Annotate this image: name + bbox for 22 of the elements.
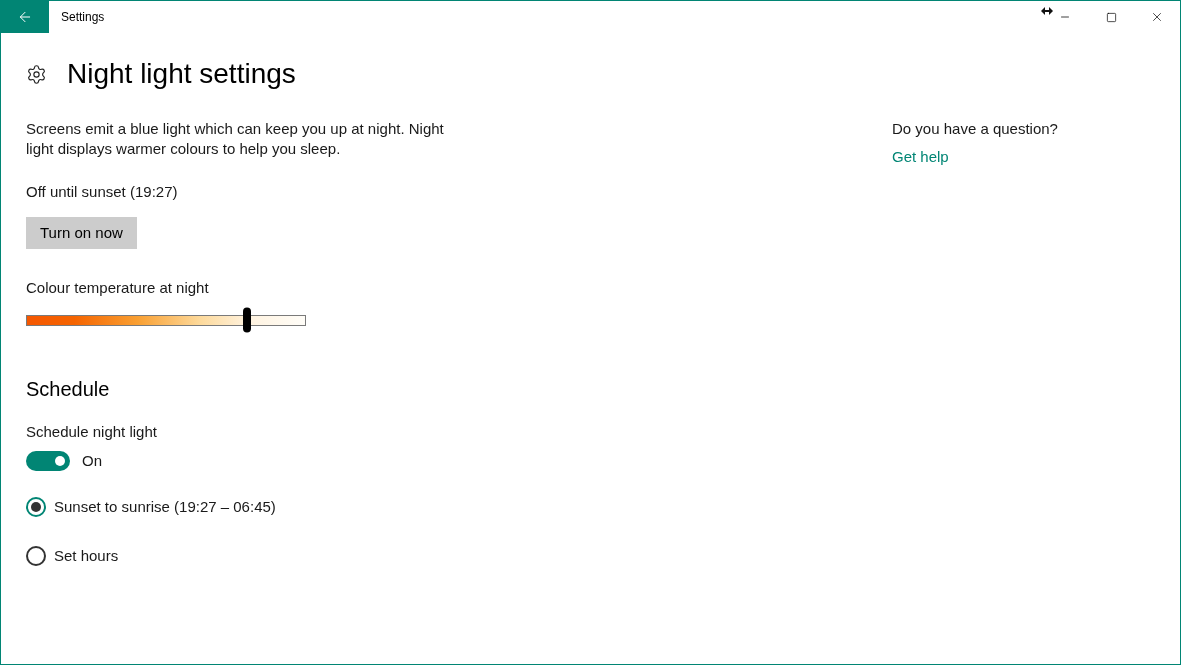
slider-thumb[interactable] xyxy=(243,307,251,333)
page-title: Night light settings xyxy=(67,57,296,91)
radio-option-label[interactable]: Sunset to sunrise (19:27 – 06:45) xyxy=(54,497,276,517)
radio-option-label[interactable]: Set hours xyxy=(54,546,119,566)
window-title: Settings xyxy=(61,9,105,26)
close-icon xyxy=(1150,10,1164,24)
radio-button[interactable] xyxy=(26,546,46,566)
toggle-state-text: On xyxy=(82,451,102,471)
schedule-toggle-switch[interactable] xyxy=(26,451,70,471)
radio-button[interactable] xyxy=(26,497,46,517)
status-text: Off until sunset (19:27) xyxy=(26,182,178,202)
get-help-link[interactable]: Get help xyxy=(892,147,949,167)
turn-on-now-button[interactable]: Turn on now xyxy=(26,217,137,249)
back-arrow-icon xyxy=(17,9,33,25)
description-text: Screens emit a blue light which can keep you up at night. Night light displays warmer colours to help you sleep. xyxy=(26,119,445,159)
help-question-text: Do you have a question? xyxy=(892,119,1058,139)
maximize-icon xyxy=(1105,11,1117,23)
horizontal-resize-cursor-icon xyxy=(1041,7,1053,15)
schedule-heading: Schedule xyxy=(26,377,110,402)
slider-label: Colour temperature at night xyxy=(26,278,209,298)
toggle-label: Schedule night light xyxy=(26,422,157,442)
settings-gear-icon xyxy=(26,63,47,85)
